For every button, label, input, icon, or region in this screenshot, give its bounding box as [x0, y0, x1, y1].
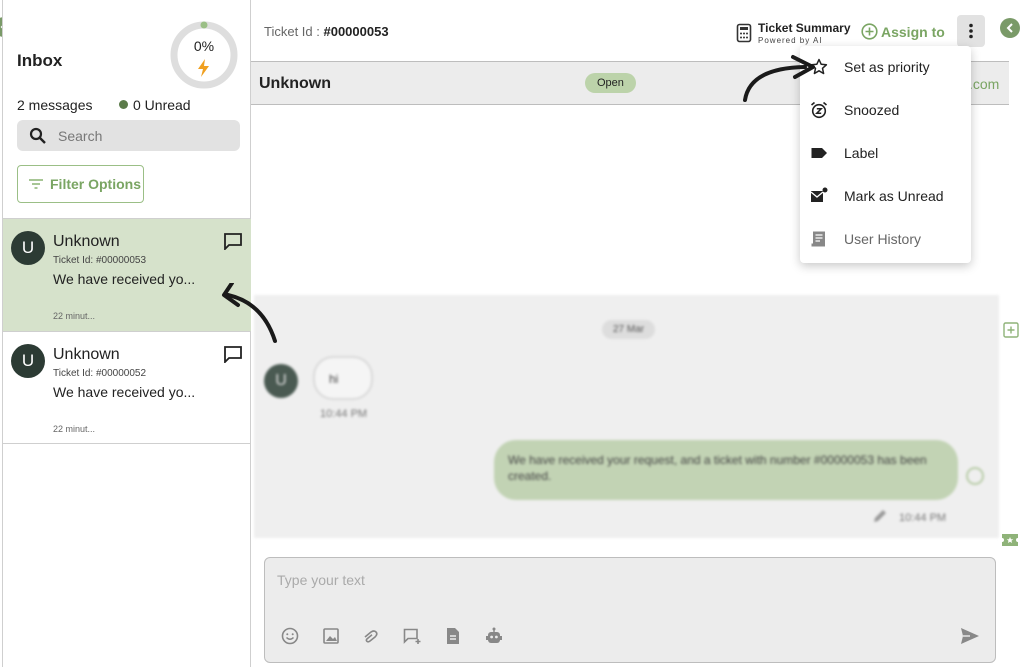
conversation-item[interactable]: U Unknown Ticket Id: #00000053 We have r…	[3, 218, 251, 331]
avatar: U	[11, 231, 45, 265]
filter-options-button[interactable]: Filter Options	[17, 165, 144, 203]
outgoing-message-time: 10:44 PM	[899, 512, 947, 524]
menu-item-label: User History	[844, 231, 922, 247]
message-input[interactable]	[277, 572, 967, 612]
message-composer	[264, 557, 996, 663]
date-separator: 27 Mar	[602, 320, 656, 339]
conversation-preview: We have received yo...	[53, 271, 196, 287]
calculator-icon	[736, 23, 752, 43]
label-tag-icon	[811, 148, 827, 158]
chat-bubble-icon	[224, 346, 242, 363]
ticket-id: Ticket Id : #00000053	[264, 24, 389, 39]
add-circle-icon	[861, 23, 878, 40]
conversation-name: Unknown	[53, 346, 120, 363]
powered-by-ai-label: Powered by AI	[758, 36, 823, 45]
add-box-icon[interactable]	[1003, 322, 1019, 338]
comment-add-icon	[403, 628, 421, 644]
paperclip-icon	[364, 630, 378, 643]
divider	[3, 443, 251, 444]
conversation-name: Unknown	[53, 233, 120, 250]
menu-item-label: Label	[844, 145, 879, 161]
send-icon	[961, 628, 979, 644]
robot-icon	[486, 627, 502, 643]
assign-to-button[interactable]: Assign to	[861, 23, 945, 40]
conversation-preview: We have received yo...	[53, 384, 196, 400]
history-document-icon	[811, 231, 825, 247]
search-input[interactable]	[58, 127, 218, 144]
conversation-time: 22 minut...	[53, 311, 96, 321]
outgoing-message: We have received your request, and a tic…	[494, 440, 958, 500]
emoji-icon	[281, 627, 299, 645]
document-icon	[447, 628, 459, 644]
filter-options-label: Filter Options	[50, 176, 141, 192]
conversation-ticket-id: Ticket Id: #00000053	[53, 255, 147, 266]
filter-lines-icon	[29, 179, 43, 189]
pencil-icon	[874, 510, 886, 522]
image-icon	[323, 628, 339, 644]
incoming-message: hi	[313, 356, 373, 400]
incoming-message-time: 10:44 PM	[320, 408, 368, 420]
attach-button[interactable]	[361, 626, 381, 646]
chat-history: 27 Mar U hi 10:44 PM We have received yo…	[254, 295, 999, 538]
emoji-button[interactable]	[280, 626, 300, 646]
snooze-alarm-icon	[810, 101, 828, 119]
status-badge: Open	[585, 73, 636, 93]
ticket-icon[interactable]	[1001, 533, 1019, 547]
ticket-id-value: #00000053	[323, 24, 389, 39]
more-vertical-icon	[969, 23, 973, 39]
search-box[interactable]	[17, 120, 240, 151]
ticket-summary-button[interactable]: Ticket Summary	[758, 21, 851, 35]
quick-reply-button[interactable]	[402, 626, 422, 646]
menu-item-mark-unread[interactable]: Mark as Unread	[800, 177, 971, 215]
lightning-bolt-icon	[198, 59, 209, 77]
star-outline-icon	[810, 58, 828, 75]
send-button[interactable]	[959, 626, 981, 646]
more-options-button[interactable]	[957, 15, 985, 47]
contact-email-fragment: .com	[969, 76, 1000, 92]
message-status-icon	[966, 467, 984, 485]
menu-item-user-history[interactable]: User History	[800, 220, 971, 258]
conversation-time: 22 minut...	[53, 424, 96, 434]
chat-bubble-icon	[224, 233, 242, 250]
conversation-item[interactable]: U Unknown Ticket Id: #00000052 We have r…	[3, 331, 251, 444]
more-options-menu: Set as priority Snoozed Label Mark as Un…	[800, 46, 971, 263]
menu-item-snoozed[interactable]: Snoozed	[800, 91, 971, 129]
progress-ring	[170, 21, 238, 89]
unread-dot-icon	[119, 100, 128, 109]
inbox-sidebar: Inbox 0% 2 messages 0 Unread Filter Opti…	[2, 0, 251, 667]
conversation-ticket-id: Ticket Id: #00000052	[53, 368, 147, 379]
inbox-title: Inbox	[17, 51, 63, 70]
unread-count: 0 Unread	[133, 97, 191, 113]
menu-item-label[interactable]: Label	[800, 134, 971, 172]
contact-name: Unknown	[259, 75, 331, 92]
bot-button[interactable]	[484, 626, 504, 646]
search-icon	[29, 127, 46, 144]
template-button[interactable]	[443, 626, 463, 646]
ticket-id-label: Ticket Id :	[264, 24, 324, 39]
menu-item-label: Set as priority	[844, 59, 930, 75]
menu-item-label: Mark as Unread	[844, 188, 944, 204]
avatar: U	[11, 344, 45, 378]
menu-item-label: Snoozed	[844, 102, 900, 118]
menu-item-set-priority[interactable]: Set as priority	[800, 48, 971, 86]
mark-unread-mail-icon	[810, 187, 828, 202]
avatar: U	[264, 364, 298, 398]
assign-to-label: Assign to	[881, 23, 945, 40]
message-count: 2 messages	[17, 97, 93, 113]
image-button[interactable]	[321, 626, 341, 646]
progress-percent: 0%	[193, 38, 215, 54]
